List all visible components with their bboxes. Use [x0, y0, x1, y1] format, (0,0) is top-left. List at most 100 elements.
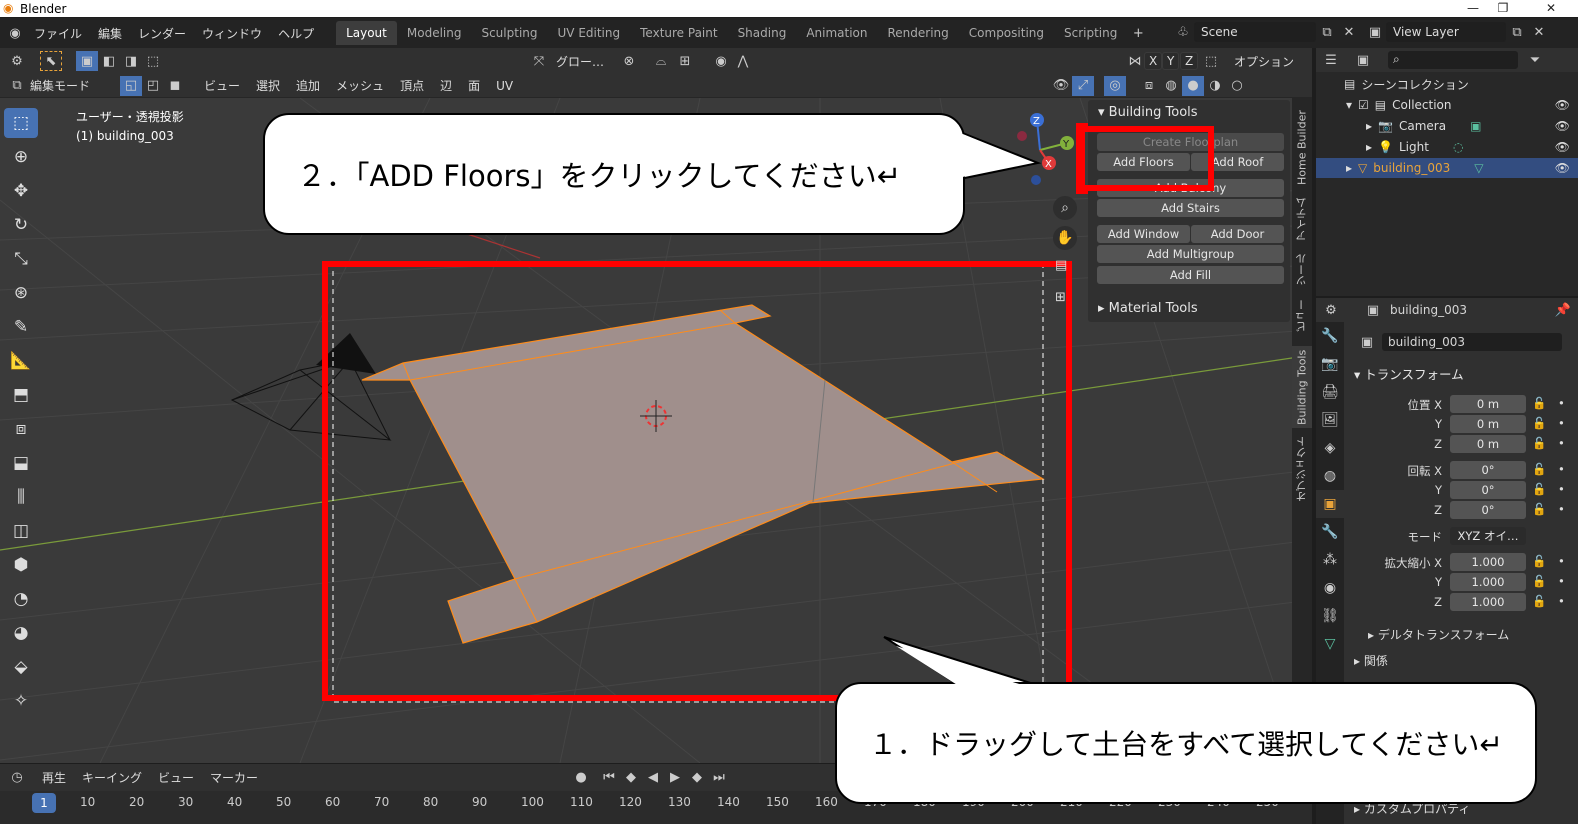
loop-cut-tool-icon[interactable]: ⫼ — [4, 482, 38, 512]
delta-transform-header[interactable]: ▸ デルタトランスフォーム — [1368, 626, 1509, 643]
mode-dropdown[interactable]: 編集モード — [28, 75, 114, 96]
constraint-properties-icon[interactable]: ⛓ — [1316, 602, 1344, 630]
select-mode-new-icon[interactable]: ▣ — [76, 51, 98, 71]
jump-end-icon[interactable]: ⏭ — [708, 768, 730, 788]
location-x-field[interactable]: 0 m — [1450, 395, 1526, 413]
modifier-properties-icon[interactable]: 🔧 — [1316, 518, 1344, 546]
move-tool-icon[interactable]: ✥ — [4, 176, 38, 206]
vertex-select-icon[interactable]: ◱ — [120, 75, 142, 96]
material-shading-icon[interactable]: ◑ — [1204, 76, 1226, 96]
outliner-row-scene-collection[interactable]: ▤ シーンコレクション — [1316, 74, 1578, 94]
tab-compositing[interactable]: Compositing — [959, 21, 1054, 45]
add-fill-button[interactable]: Add Fill — [1097, 266, 1284, 284]
menu-select[interactable]: 選択 — [248, 77, 288, 94]
bevel-tool-icon[interactable]: ⬓ — [4, 448, 38, 478]
outliner-row-collection[interactable]: ▾ ☑ ▤ Collection 👁 — [1316, 95, 1578, 115]
keyframe-dot-icon[interactable]: • — [1558, 594, 1565, 608]
delete-view-layer-icon[interactable]: ✕ — [1528, 22, 1550, 42]
display-mode-icon[interactable]: ▣ — [1352, 50, 1374, 70]
render-properties-icon[interactable]: 📷 — [1316, 350, 1344, 378]
rotation-z-field[interactable]: 0° — [1450, 501, 1526, 519]
select-mode-invert-icon[interactable]: ⬚ — [142, 51, 164, 71]
options-dropdown[interactable]: オプション — [1228, 51, 1300, 72]
keyframe-dot-icon[interactable]: • — [1558, 554, 1565, 568]
menu-keying[interactable]: キーイング — [74, 769, 150, 786]
keyframe-dot-icon[interactable]: • — [1558, 482, 1565, 496]
annotate-tool-icon[interactable]: ✎ — [4, 312, 38, 342]
relations-header[interactable]: ▸ 関係 — [1354, 652, 1388, 669]
physics-properties-icon[interactable]: ◉ — [1316, 574, 1344, 602]
menu-vertex[interactable]: 頂点 — [392, 77, 432, 94]
select-tool-icon[interactable]: ⬉ — [40, 51, 62, 71]
scene-properties-icon[interactable]: ◈ — [1316, 434, 1344, 462]
tab-object[interactable]: オブジェクト — [1292, 434, 1312, 504]
xray-toggle-icon[interactable]: ⧈ — [1138, 76, 1160, 96]
scale-x-field[interactable]: 1.000 — [1450, 553, 1526, 571]
scale-tool-icon[interactable]: ⤡ — [4, 244, 38, 274]
record-icon[interactable]: ● — [570, 768, 592, 788]
menu-file[interactable]: ファイル — [26, 25, 90, 42]
filter-icon[interactable]: ⏷ — [1524, 50, 1546, 70]
scale-z-field[interactable]: 1.000 — [1450, 593, 1526, 611]
close-button[interactable]: ✕ — [1536, 0, 1566, 17]
outliner-search-input[interactable]: ⌕ — [1388, 51, 1518, 69]
snap-icon[interactable]: ⌓ — [650, 51, 672, 71]
menu-window[interactable]: ウィンドウ — [194, 25, 270, 42]
tab-scripting[interactable]: Scripting — [1054, 21, 1127, 45]
tab-tool[interactable]: ツール — [1292, 248, 1312, 292]
menu-help[interactable]: ヘルプ — [270, 25, 322, 42]
tab-shading[interactable]: Shading — [728, 21, 797, 45]
zoom-icon[interactable]: ⌕ — [1053, 196, 1077, 220]
mirror-x-toggle[interactable]: X — [1144, 52, 1163, 70]
edge-slide-tool-icon[interactable]: ⬙ — [4, 652, 38, 682]
spin-tool-icon[interactable]: ◔ — [4, 584, 38, 614]
properties-editor-icon[interactable]: ⚙ — [1320, 300, 1342, 320]
tab-modeling[interactable]: Modeling — [397, 21, 472, 45]
menu-mesh[interactable]: メッシュ — [328, 77, 392, 94]
menu-uv[interactable]: UV — [488, 79, 521, 93]
menu-timeline-view[interactable]: ビュー — [150, 769, 202, 786]
scene-field[interactable]: Scene — [1194, 22, 1316, 42]
lock-icon[interactable]: 🔓 — [1532, 574, 1546, 588]
add-multigroup-button[interactable]: Add Multigroup — [1097, 245, 1284, 263]
view-layer-properties-icon[interactable]: 🖼 — [1316, 406, 1344, 434]
select-box-tool-icon[interactable]: ⬚ — [4, 108, 38, 138]
eye-icon[interactable]: 👁 — [1555, 119, 1570, 133]
menu-playback[interactable]: 再生 — [34, 769, 74, 786]
keyframe-dot-icon[interactable]: • — [1558, 416, 1565, 430]
knife-tool-icon[interactable]: ◫ — [4, 516, 38, 546]
smooth-tool-icon[interactable]: ◕ — [4, 618, 38, 648]
tool-properties-icon[interactable]: 🔧 — [1316, 322, 1344, 350]
blender-menu-icon[interactable]: ◉ — [4, 23, 26, 43]
tab-building-tools[interactable]: Building Tools — [1292, 346, 1312, 428]
transform-orientation-icon[interactable]: ⤧ — [528, 51, 550, 71]
keyframe-dot-icon[interactable]: • — [1558, 574, 1565, 588]
inset-tool-icon[interactable]: ⧈ — [4, 414, 38, 444]
add-window-button[interactable]: Add Window — [1097, 225, 1190, 243]
mirror-icon[interactable]: ⋈ — [1124, 51, 1146, 71]
pan-icon[interactable]: ✋ — [1053, 226, 1077, 250]
timeline-editor-icon[interactable]: ◷ — [6, 768, 28, 788]
lock-icon[interactable]: 🔓 — [1532, 462, 1546, 476]
view-layer-icon[interactable]: ▣ — [1364, 22, 1386, 42]
transform-tool-icon[interactable]: ⊛ — [4, 278, 38, 308]
lock-icon[interactable]: 🔓 — [1532, 502, 1546, 516]
delete-scene-icon[interactable]: ✕ — [1338, 22, 1360, 42]
play-icon[interactable]: ▶ — [664, 768, 686, 788]
menu-view[interactable]: ビュー — [196, 77, 248, 94]
building-tools-header[interactable]: ▾ Building Tools — [1088, 100, 1290, 125]
new-view-layer-icon[interactable]: ⧉ — [1506, 22, 1528, 42]
lock-icon[interactable]: 🔓 — [1532, 396, 1546, 410]
lock-icon[interactable]: 🔓 — [1532, 594, 1546, 608]
jump-start-icon[interactable]: ⏮ — [598, 768, 620, 788]
material-tools-header[interactable]: ▸ Material Tools — [1088, 296, 1208, 321]
prev-keyframe-icon[interactable]: ◆ — [620, 768, 642, 788]
minimize-button[interactable]: — — [1458, 0, 1488, 17]
poly-build-tool-icon[interactable]: ⬢ — [4, 550, 38, 580]
extrude-tool-icon[interactable]: ⬒ — [4, 380, 38, 410]
rendered-shading-icon[interactable]: ○ — [1226, 76, 1248, 96]
transform-orientation-dropdown[interactable]: グロー… — [550, 51, 608, 72]
view-layer-field[interactable]: View Layer — [1386, 22, 1506, 42]
tab-view[interactable]: ビュー — [1292, 296, 1312, 336]
shrink-fatten-tool-icon[interactable]: ✧ — [4, 686, 38, 716]
